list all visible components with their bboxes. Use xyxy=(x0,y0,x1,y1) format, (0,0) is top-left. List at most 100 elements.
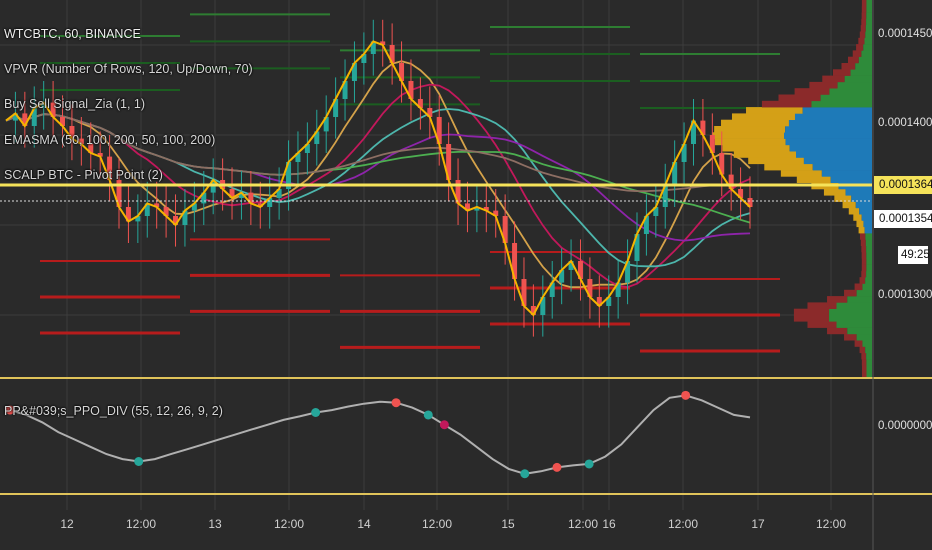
vpvr-bar-up xyxy=(865,346,872,354)
indicator-pivot-label[interactable]: SCALP BTC - Pivot Point (2) xyxy=(4,168,163,182)
vpvr-bar-up xyxy=(865,239,872,246)
vpvr-bar-down xyxy=(822,75,845,83)
vpvr-bar-down xyxy=(748,157,804,165)
vpvr-bar-down xyxy=(832,69,851,76)
vpvr-bar-down xyxy=(827,296,848,303)
secondary-price-badge: 0.0001354 xyxy=(874,210,932,228)
divergence-marker xyxy=(584,459,594,469)
vpvr-bar-down xyxy=(794,88,830,95)
divergence-marker xyxy=(423,410,433,420)
vpvr-bar-down xyxy=(861,264,867,272)
vpvr-bar-up xyxy=(812,163,872,171)
time-axis-label: 12:00 xyxy=(125,517,157,531)
vpvr-bar-up xyxy=(858,56,872,64)
time-axis-label: 17 xyxy=(751,517,765,531)
price-axis-label: 0.0001450 xyxy=(878,28,932,40)
vpvr-bar-up xyxy=(845,189,872,196)
vpvr-bar-down xyxy=(856,220,864,228)
vpvr-bar-up xyxy=(862,283,872,291)
vpvr-bar-down xyxy=(859,31,866,39)
vpvr-bar-up xyxy=(866,365,872,372)
time-axis-label: 13 xyxy=(208,517,222,531)
vpvr-bar-up xyxy=(866,18,872,26)
divergence-marker xyxy=(439,420,449,430)
vpvr-bar-down xyxy=(861,270,867,278)
vpvr-bar-down xyxy=(861,359,867,366)
vpvr-bar-down xyxy=(807,302,837,309)
vpvr-bar-up xyxy=(802,107,872,114)
vpvr-bar-up xyxy=(856,289,872,297)
vpvr-bar-up xyxy=(855,63,872,70)
divergence-marker xyxy=(134,457,144,466)
vpvr-bar-down xyxy=(861,252,867,259)
vpvr-bar-down xyxy=(861,0,867,7)
vpvr-bar-down xyxy=(796,176,831,183)
time-axis-label: 12:00 xyxy=(567,517,599,531)
vpvr-bar-down xyxy=(861,352,867,360)
vpvr-bar-up xyxy=(847,296,872,303)
vpvr-bar-down xyxy=(764,163,813,171)
time-axis-label: 14 xyxy=(357,517,371,531)
vpvr-bar-up xyxy=(829,88,872,95)
divergence-marker xyxy=(552,462,562,472)
vpvr-bar-up xyxy=(866,6,872,13)
vpvr-bar-down xyxy=(778,94,821,102)
vpvr-bar-down xyxy=(844,289,857,297)
vpvr-bar-up xyxy=(821,170,872,177)
vpvr-bar-down xyxy=(809,81,838,89)
oscillator-label[interactable]: PP&#039;s_PPO_DIV (55, 12, 26, 9, 2) xyxy=(4,404,223,418)
vpvr-bar-down xyxy=(733,151,797,158)
vpvr-bar-up xyxy=(866,258,872,265)
vpvr-bar-down xyxy=(861,258,867,265)
vpvr-bar-down xyxy=(859,277,866,284)
vpvr-bar-down xyxy=(722,144,790,152)
vpvr-bar-up xyxy=(859,207,872,215)
time-axis-label: 12 xyxy=(60,517,74,531)
vpvr-bar-down xyxy=(860,239,866,246)
vpvr-bar-down xyxy=(827,327,848,335)
vpvr-bar-up xyxy=(866,12,872,20)
vpvr-bar-up xyxy=(866,252,872,259)
indicator-emasma-label[interactable]: EMASMA (50, 100, 200, 50, 100, 200) xyxy=(4,133,215,147)
vpvr-bar-down xyxy=(858,37,865,45)
vpvr-bar-up xyxy=(866,245,872,253)
trading-chart[interactable] xyxy=(0,0,932,550)
vpvr-bar-down xyxy=(861,18,867,26)
vpvr-bar-up xyxy=(865,277,872,284)
vpvr-bar-up xyxy=(863,44,872,51)
indicator-signal-label[interactable]: Buy Sell Signal_Zia (1, 1) xyxy=(4,97,145,111)
vpvr-bar-down xyxy=(861,245,867,253)
vpvr-bar-down xyxy=(721,119,789,127)
vpvr-bar-up xyxy=(803,157,872,165)
vpvr-bar-up xyxy=(861,214,872,221)
vpvr-bar-up xyxy=(866,270,872,278)
vpvr-bar-down xyxy=(861,365,867,372)
vpvr-bar-up xyxy=(866,0,872,7)
symbol-label[interactable]: WTCBTC, 60, BINANCE xyxy=(4,27,141,41)
volume-profile xyxy=(712,0,872,379)
vpvr-bar-up xyxy=(847,327,872,335)
vpvr-bar-up xyxy=(794,113,872,120)
vpvr-bar-up xyxy=(865,31,872,39)
vpvr-bar-down xyxy=(853,214,862,221)
vpvr-bar-up xyxy=(784,132,872,139)
time-axis-label: 12:00 xyxy=(667,517,699,531)
indicator-vpvr-label[interactable]: VPVR (Number Of Rows, 120, Up/Down, 70) xyxy=(4,62,253,76)
vpvr-bar-up xyxy=(788,119,872,127)
divergence-marker xyxy=(311,408,321,417)
divergence-marker xyxy=(520,469,530,479)
vpvr-bar-down xyxy=(842,201,856,209)
vpvr-bar-up xyxy=(850,69,872,76)
divergence-marker xyxy=(391,398,401,408)
vpvr-bar-down xyxy=(848,207,860,215)
vpvr-bar-up xyxy=(865,25,872,32)
vpvr-bar-down xyxy=(714,138,786,146)
vpvr-bar-up xyxy=(866,352,872,360)
vpvr-bar-up xyxy=(866,359,872,366)
vpvr-bar-down xyxy=(793,308,830,316)
vpvr-bar-down xyxy=(854,340,863,347)
vpvr-bar-down xyxy=(712,132,785,139)
time-axis-label: 16 xyxy=(602,517,616,531)
vpvr-bar-down xyxy=(856,44,864,51)
vpvr-bar-up xyxy=(789,144,872,152)
